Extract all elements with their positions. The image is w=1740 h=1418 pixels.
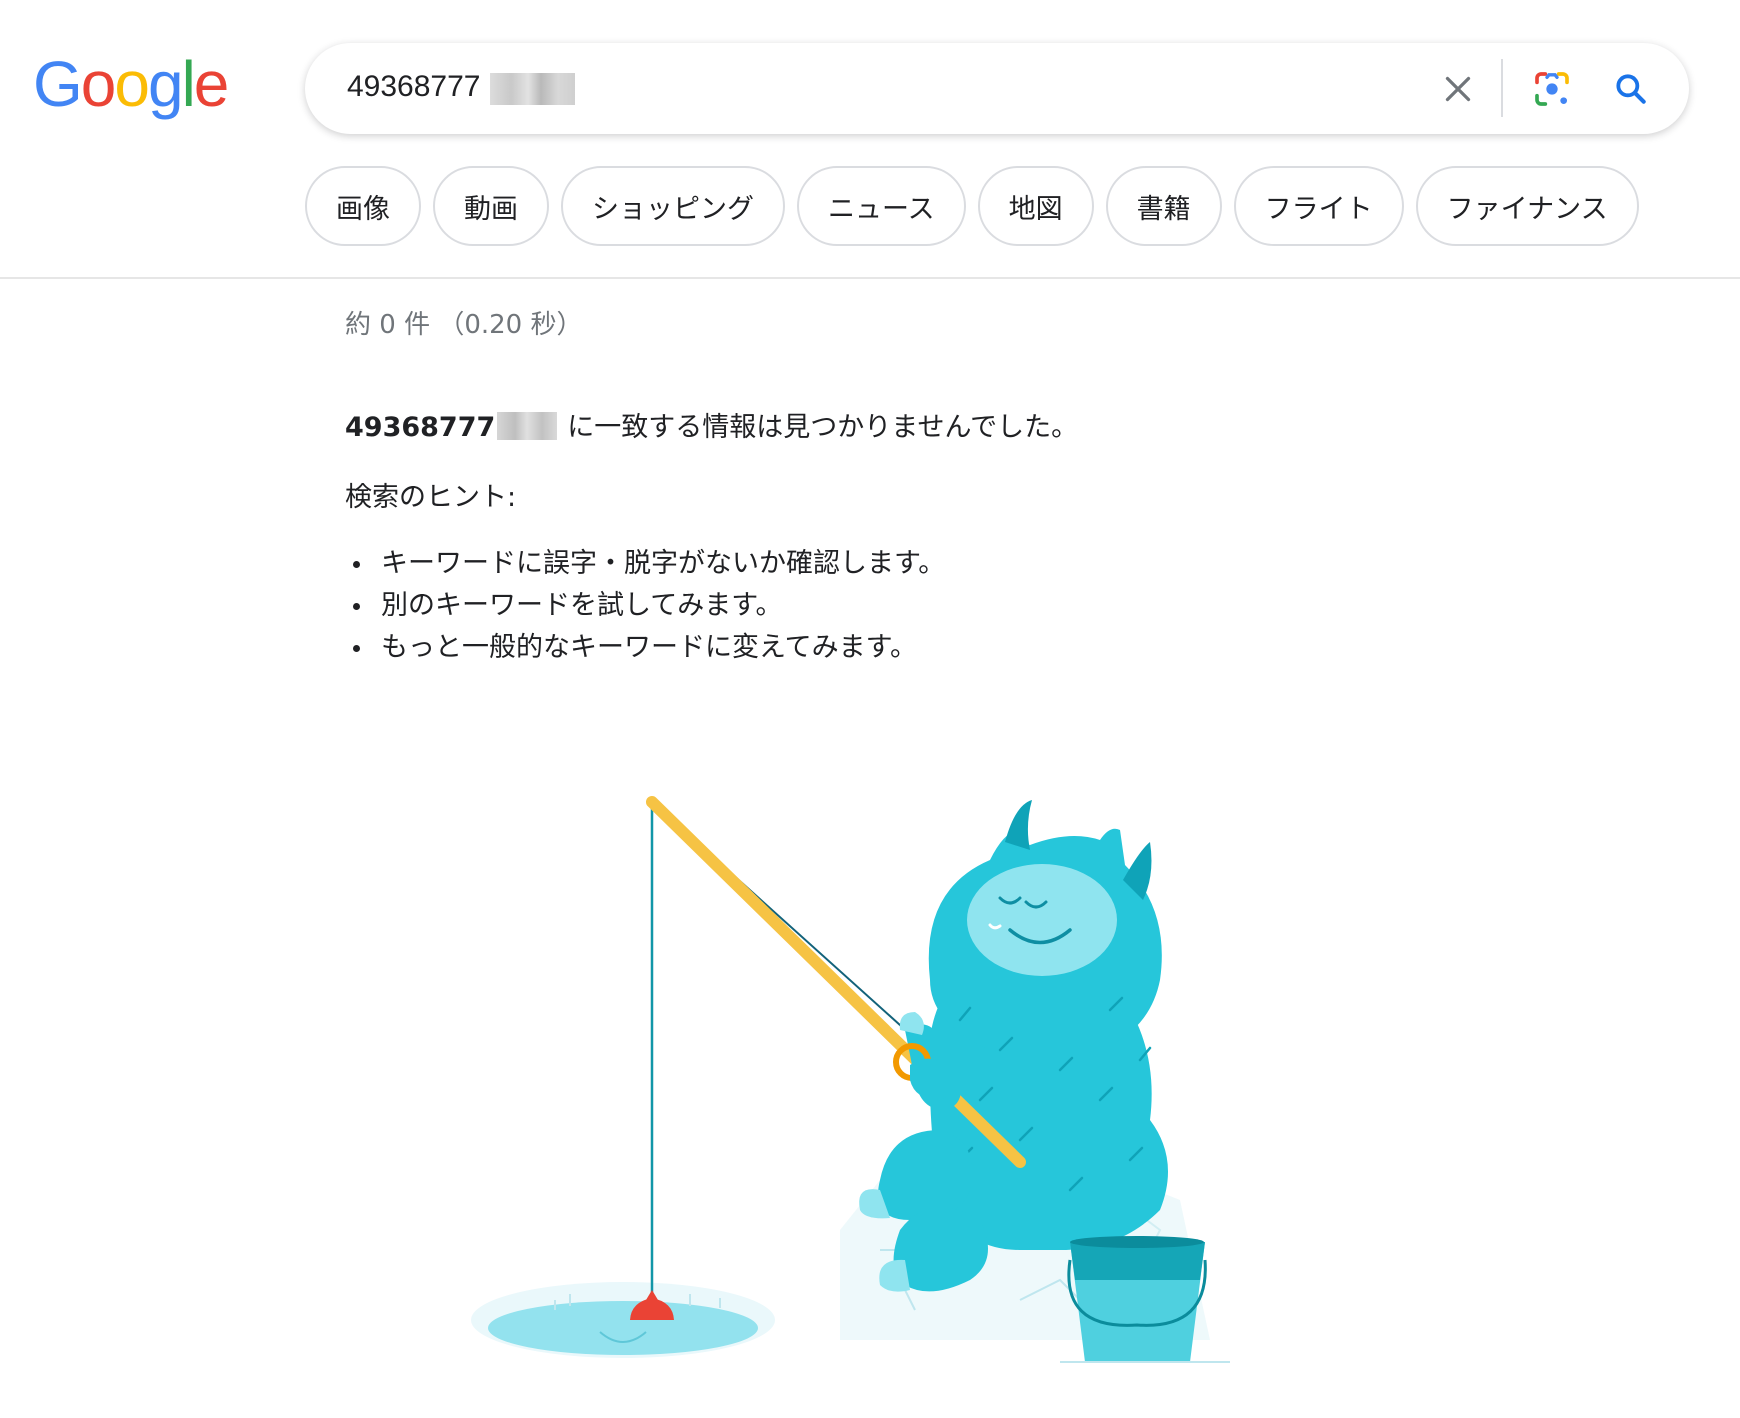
close-icon [1445, 76, 1471, 102]
no-match-text: に一致する情報は見つかりませんでした。 [567, 412, 1079, 443]
header-divider [0, 277, 1740, 279]
logo-letter: o [80, 48, 117, 120]
chip-books[interactable]: 書籍 [1105, 166, 1222, 246]
query-bold: 49368777 [345, 412, 496, 443]
search-filter-chips: 画像 動画 ショッピング ニュース 地図 書籍 フライト ファイナンス [305, 166, 1639, 246]
search-results-page: Google 49368777 画像 動画 ショッピング ニュース 地図 書籍 … [0, 0, 1740, 1418]
redaction-block [490, 73, 575, 105]
google-logo[interactable]: Google [33, 48, 230, 120]
redaction-block [497, 412, 558, 440]
yeti-face [967, 864, 1117, 976]
search-input[interactable]: 49368777 [347, 67, 480, 107]
lens-button[interactable] [1529, 66, 1575, 112]
search-icon [1616, 74, 1646, 104]
search-box-divider [1501, 59, 1503, 117]
bucket [1060, 1236, 1230, 1363]
chip-images[interactable]: 画像 [305, 166, 421, 246]
logo-letter: g [147, 48, 184, 120]
logo-letter: e [193, 48, 230, 120]
chip-flights[interactable]: フライト [1233, 166, 1404, 246]
yeti-leg [878, 1130, 972, 1220]
chip-finance[interactable]: ファイナンス [1415, 166, 1639, 246]
chip-maps[interactable]: 地図 [977, 166, 1094, 246]
logo-letter: G [33, 48, 83, 120]
logo-letter: o [114, 48, 150, 120]
logo-letter: l [181, 48, 196, 120]
fishing-yeti-illustration [471, 796, 1230, 1363]
search-button[interactable] [1608, 66, 1654, 112]
hint-item: キーワードに誤字・脱字がないか確認します。 [345, 543, 945, 585]
no-results-message: 49368777 に一致する情報は見つかりませんでした。 [345, 405, 1078, 444]
hint-item: 別のキーワードを試してみます。 [345, 585, 945, 627]
hint-item: もっと一般的なキーワードに変えてみます。 [345, 627, 945, 669]
chip-videos[interactable]: 動画 [433, 166, 549, 246]
chip-shopping[interactable]: ショッピング [561, 166, 785, 246]
hints-list: キーワードに誤字・脱字がないか確認します。 別のキーワードを試してみます。 もっ… [345, 543, 945, 669]
result-stats: 約 0 件 （0.20 秒） [345, 310, 583, 340]
hints-title: 検索のヒント: [345, 482, 517, 513]
clear-button[interactable] [1435, 66, 1481, 112]
search-box[interactable]: 49368777 [305, 43, 1689, 134]
chip-news[interactable]: ニュース [797, 166, 966, 246]
lens-icon [1535, 72, 1569, 106]
